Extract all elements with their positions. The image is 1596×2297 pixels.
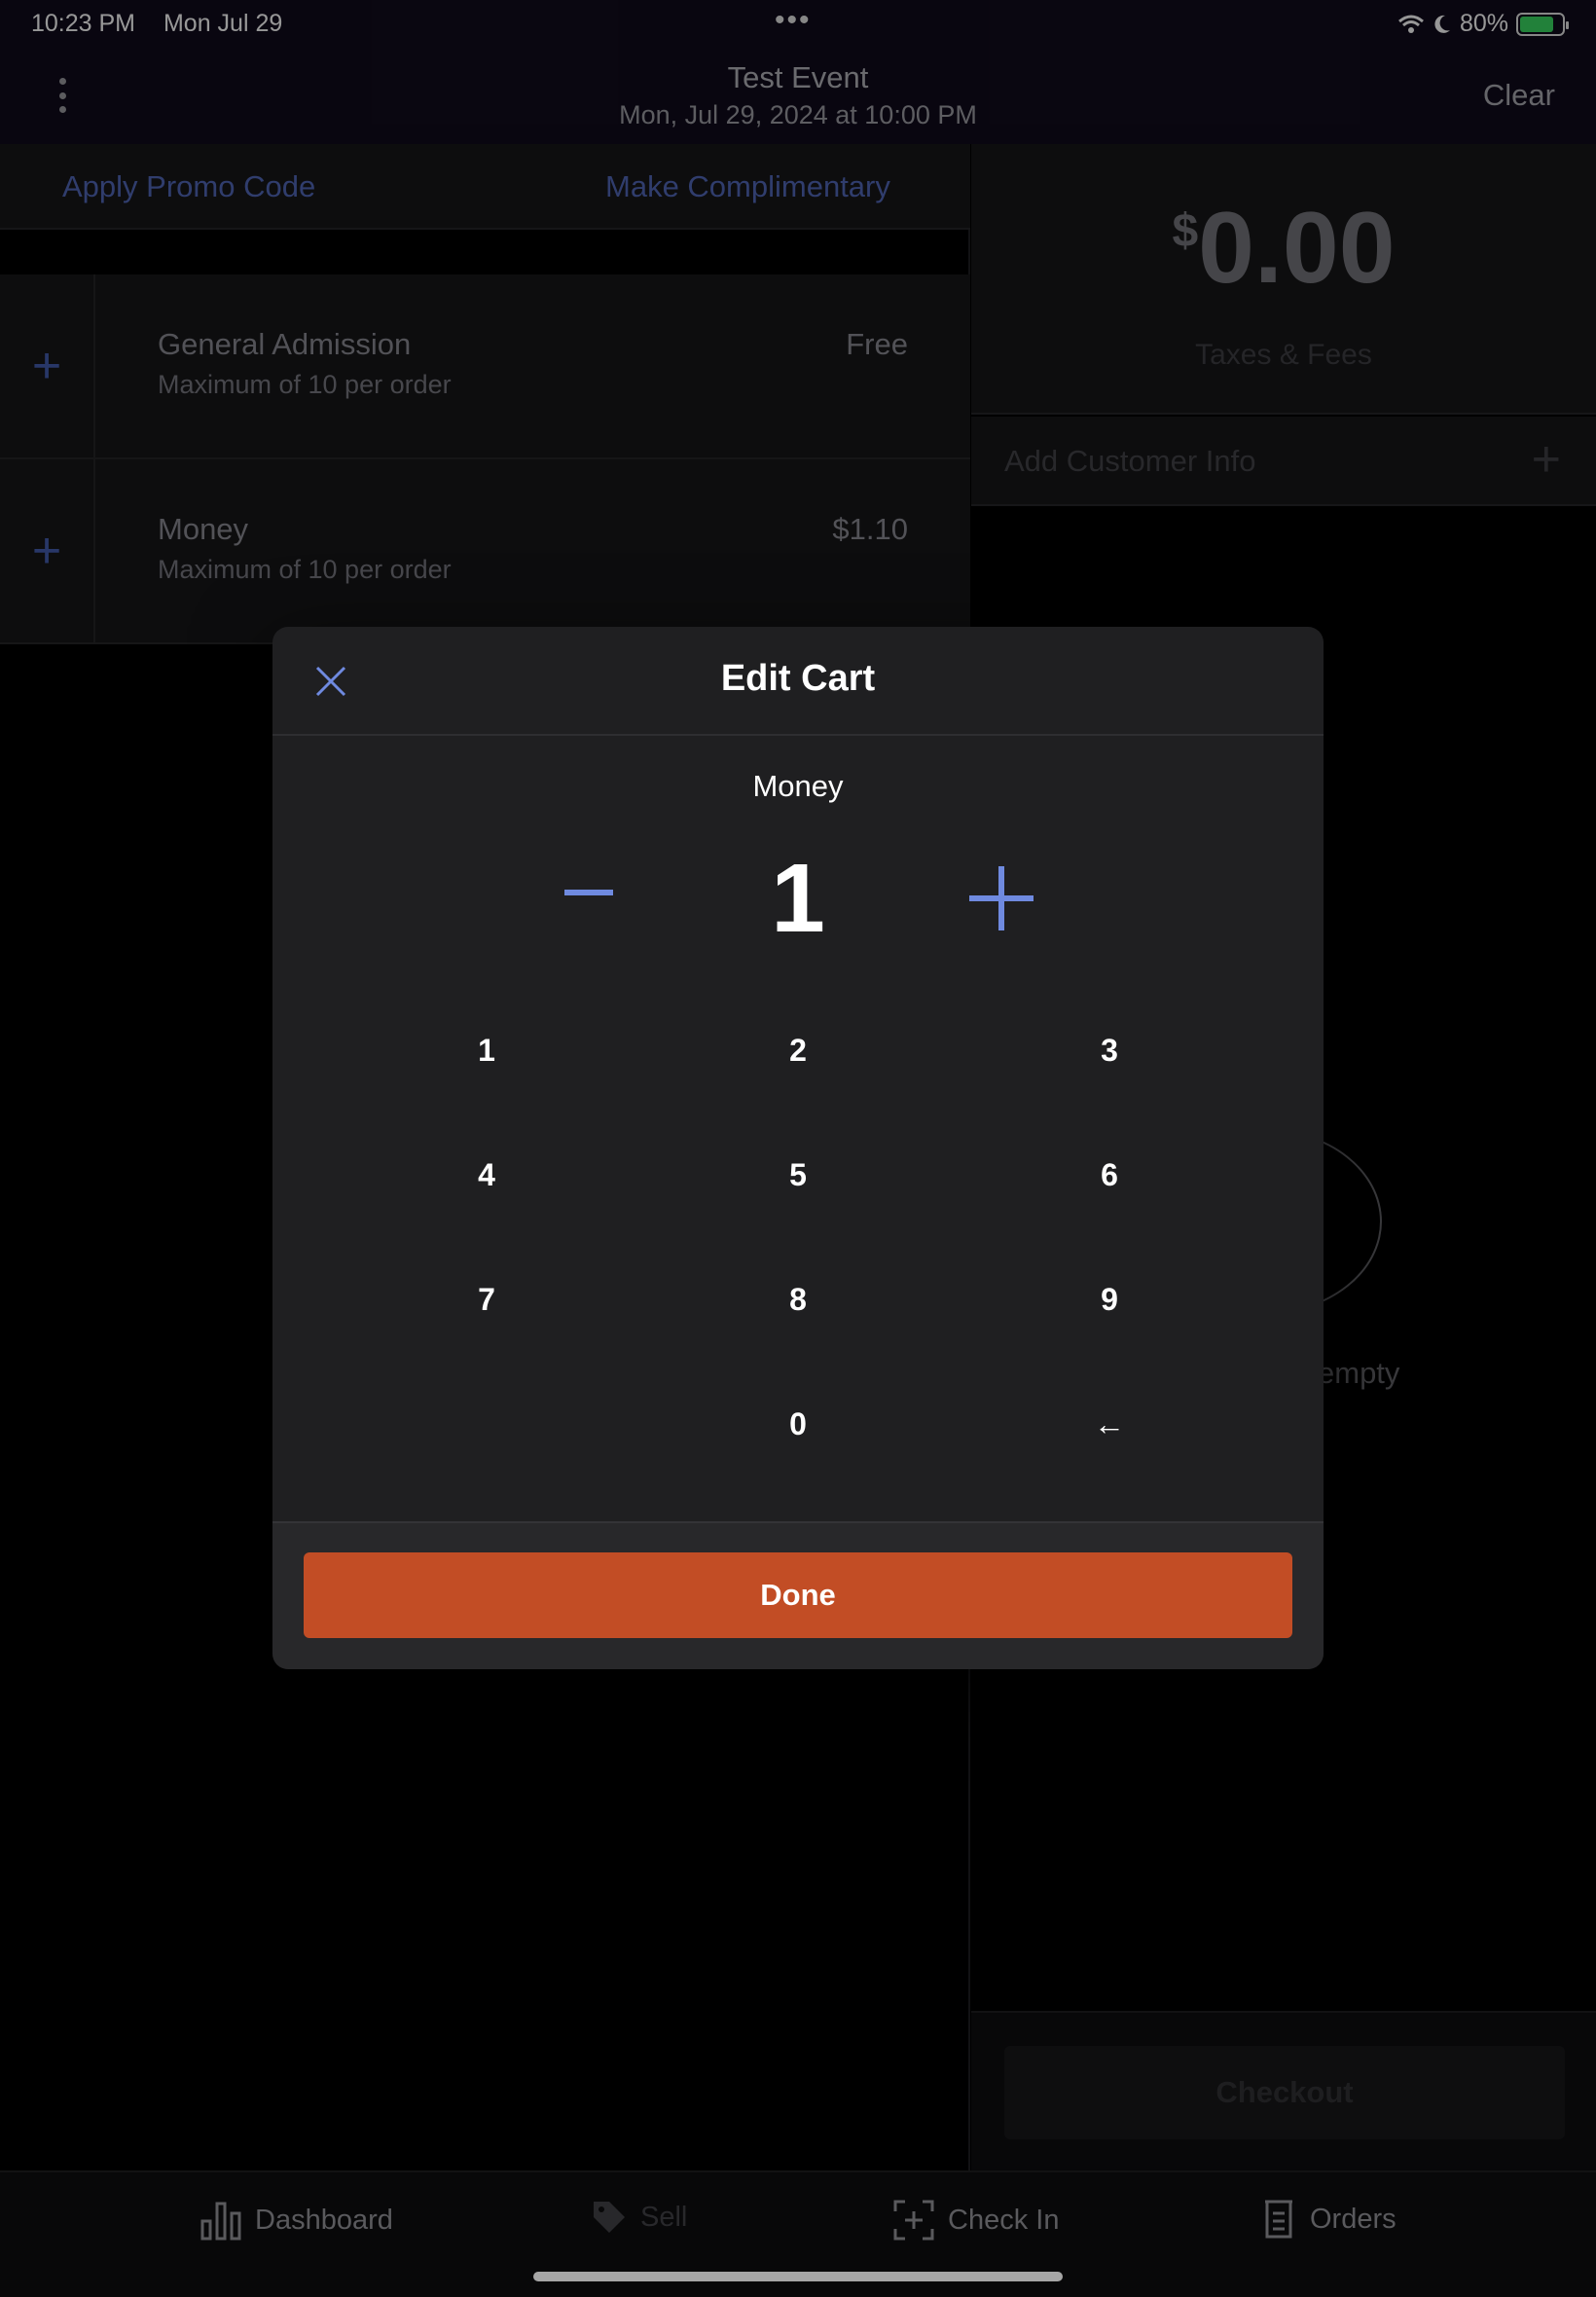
modal-header: Edit Cart	[272, 627, 1324, 736]
done-button[interactable]: Done	[304, 1552, 1292, 1638]
key-9[interactable]: 9	[993, 1246, 1226, 1353]
key-8[interactable]: 8	[681, 1246, 915, 1353]
modal-footer: Done	[272, 1521, 1324, 1669]
quantity-value: 1	[771, 844, 825, 953]
key-2[interactable]: 2	[681, 997, 915, 1104]
decrement-button[interactable]	[564, 890, 613, 895]
key-3[interactable]: 3	[993, 997, 1226, 1104]
backspace-key[interactable]: ←	[993, 1370, 1226, 1477]
increment-button[interactable]	[969, 866, 1034, 930]
key-5[interactable]: 5	[681, 1121, 915, 1228]
modal-title: Edit Cart	[720, 658, 876, 699]
number-keypad: 1 2 3 4 5 6 7 8 9 0 ←	[272, 997, 1324, 1495]
key-6[interactable]: 6	[993, 1121, 1226, 1228]
key-1[interactable]: 1	[370, 997, 603, 1104]
edit-cart-modal: Edit Cart Money 1 1 2 3 4 5 6 7 8 9 0 ← …	[272, 627, 1324, 1669]
key-7[interactable]: 7	[370, 1246, 603, 1353]
key-0[interactable]: 0	[681, 1370, 915, 1477]
key-4[interactable]: 4	[370, 1121, 603, 1228]
cart-item-name: Money	[752, 769, 844, 803]
